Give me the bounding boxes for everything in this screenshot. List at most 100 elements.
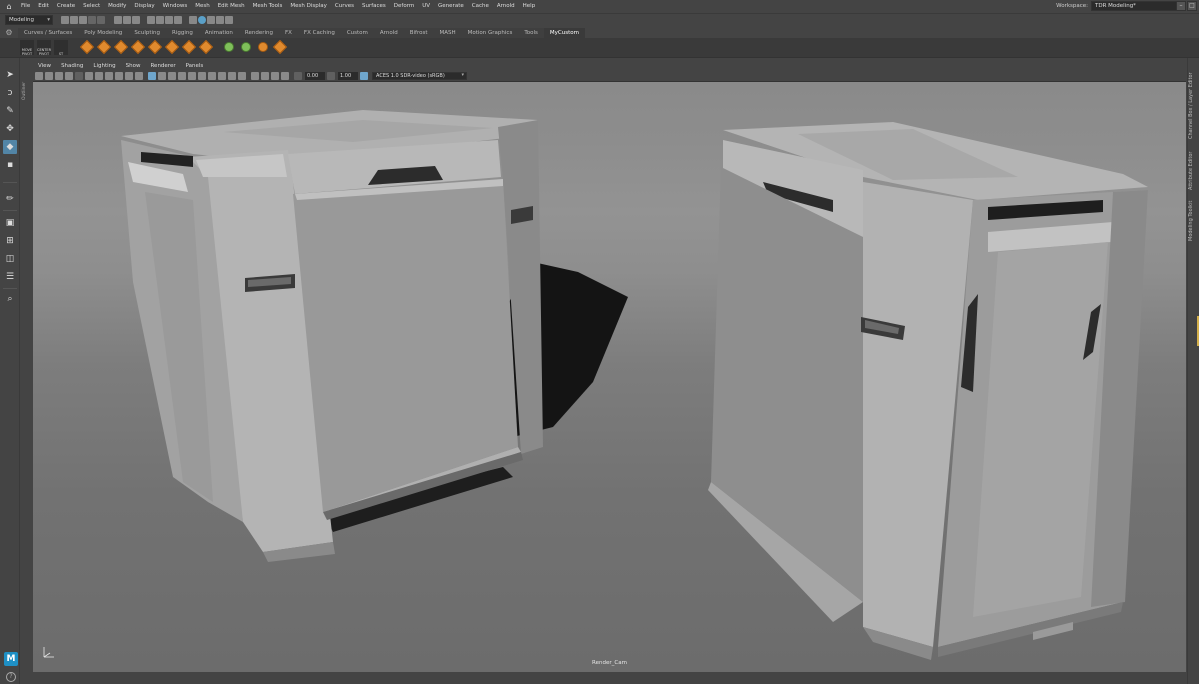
menu-display[interactable]: Display <box>130 0 158 13</box>
menu-modify[interactable]: Modify <box>104 0 130 13</box>
help-icon[interactable]: ? <box>6 672 16 682</box>
panel-menu-panels[interactable]: Panels <box>181 62 209 71</box>
scale-tool-icon[interactable]: ▪ <box>3 158 17 172</box>
diamond-icon[interactable] <box>272 39 288 55</box>
snap-grid-icon[interactable] <box>147 16 155 24</box>
shelf-tab-tools[interactable]: Tools <box>518 28 544 38</box>
menu-create[interactable]: Create <box>53 0 79 13</box>
menu-cache[interactable]: Cache <box>468 0 493 13</box>
tab-attribute-editor[interactable]: Attribute Editor <box>1188 148 1198 193</box>
textured-icon[interactable] <box>178 72 186 80</box>
shadows-icon[interactable] <box>198 72 206 80</box>
resolution-gate-icon[interactable] <box>115 72 123 80</box>
ipr-render-icon[interactable] <box>198 16 206 24</box>
isolate-select-icon[interactable] <box>251 72 259 80</box>
extrude-icon[interactable] <box>147 39 163 55</box>
panel-menu-shading[interactable]: Shading <box>56 62 88 71</box>
menu-uv[interactable]: UV <box>418 0 434 13</box>
poly-cube-icon[interactable] <box>113 39 129 55</box>
undo-icon[interactable] <box>88 16 96 24</box>
gamma-field[interactable]: 1.00 <box>338 72 358 80</box>
menu-select[interactable]: Select <box>79 0 104 13</box>
panel-menu-show[interactable]: Show <box>121 62 146 71</box>
shelf-settings-gear-icon[interactable]: ⚙ <box>4 28 14 38</box>
gamma-icon[interactable] <box>327 72 335 80</box>
view-transform-dropdown[interactable]: ACES 1.0 SDR-video (sRGB) <box>372 72 467 80</box>
shelf-button-center-pivot[interactable]: CENTER PIVOT <box>37 40 51 56</box>
image-plane-icon[interactable] <box>65 72 73 80</box>
grid-icon[interactable] <box>95 72 103 80</box>
last-tool-icon[interactable]: ✏ <box>3 192 17 206</box>
xray-joints-icon[interactable] <box>271 72 279 80</box>
shelf-button-st[interactable]: ST <box>54 40 68 56</box>
menu-surfaces[interactable]: Surfaces <box>358 0 390 13</box>
shelf-tab-animation[interactable]: Animation <box>198 28 239 38</box>
shelf-tab-rigging[interactable]: Rigging <box>166 28 199 38</box>
poly-cube-icon[interactable] <box>79 39 95 55</box>
bookmark-icon[interactable] <box>55 72 63 80</box>
shelf-tab-fx-caching[interactable]: FX Caching <box>297 28 341 38</box>
color-management-icon[interactable] <box>360 72 368 80</box>
menu-windows[interactable]: Windows <box>159 0 192 13</box>
shelf-tab-rendering[interactable]: Rendering <box>238 28 279 38</box>
minimize-button[interactable]: – <box>1176 1 1186 11</box>
workspace-dropdown[interactable]: TDR Modeling* <box>1091 1 1183 11</box>
menu-set-dropdown[interactable]: Modeling <box>5 15 53 25</box>
select-component-icon[interactable] <box>132 16 140 24</box>
separate-icon[interactable] <box>198 39 214 55</box>
menu-help[interactable]: Help <box>519 0 540 13</box>
bevel-icon[interactable] <box>130 39 146 55</box>
maximize-button[interactable]: □ <box>1187 1 1197 11</box>
lights-icon[interactable] <box>188 72 196 80</box>
outliner-tab[interactable]: Outliner <box>22 76 30 106</box>
shelf-button-move-pivot[interactable]: MOVE PIVOT <box>20 40 34 56</box>
shelf-tab-bifrost[interactable]: Bifrost <box>403 28 434 38</box>
shelf-tab-motion-graphics[interactable]: Motion Graphics <box>461 28 519 38</box>
tab-modeling-toolkit[interactable]: Modeling Toolkit <box>1188 198 1198 243</box>
shelf-tab-poly-modeling[interactable]: Poly Modeling <box>78 28 129 38</box>
redo-icon[interactable] <box>97 16 105 24</box>
shelf-tab-mycustom[interactable]: MyCustom <box>543 28 585 38</box>
outliner-layout-icon[interactable]: ☰ <box>3 270 17 284</box>
select-tool-icon[interactable]: ➤ <box>3 68 17 82</box>
shelf-tab-sculpting[interactable]: Sculpting <box>128 28 166 38</box>
persp-outliner-layout-icon[interactable]: ◫ <box>3 252 17 266</box>
render-settings-icon[interactable] <box>207 16 215 24</box>
wireframe-on-shaded-icon[interactable] <box>168 72 176 80</box>
anti-aliasing-icon[interactable] <box>228 72 236 80</box>
xray-components-icon[interactable] <box>281 72 289 80</box>
arnold-render-icon[interactable] <box>225 16 233 24</box>
snap-point-icon[interactable] <box>165 16 173 24</box>
tab-channel-box[interactable]: Channel Box / Layer Editor <box>1188 68 1198 143</box>
menu-curves[interactable]: Curves <box>331 0 358 13</box>
lasso-tool-icon[interactable]: ↄ <box>3 86 17 100</box>
menu-edit-mesh[interactable]: Edit Mesh <box>214 0 249 13</box>
film-gate-icon[interactable] <box>105 72 113 80</box>
menu-mesh[interactable]: Mesh <box>191 0 213 13</box>
shelf-tab-custom[interactable]: Custom <box>340 28 374 38</box>
rotate-tool-icon[interactable]: ◆ <box>3 140 17 154</box>
sphere-icon[interactable] <box>256 40 270 55</box>
grease-pencil-icon[interactable] <box>85 72 93 80</box>
motion-blur-icon[interactable] <box>218 72 226 80</box>
select-hierarchy-icon[interactable] <box>114 16 122 24</box>
paint-select-icon[interactable]: ✎ <box>3 104 17 118</box>
exposure-field[interactable]: 0.00 <box>305 72 325 80</box>
menu-file[interactable]: File <box>17 0 34 13</box>
smooth-shade-icon[interactable] <box>158 72 166 80</box>
shelf-tab-fx[interactable]: FX <box>278 28 298 38</box>
field-chart-icon[interactable] <box>135 72 143 80</box>
poly-cube-icon[interactable] <box>96 39 112 55</box>
move-tool-icon[interactable]: ✥ <box>3 122 17 136</box>
menu-mesh-display[interactable]: Mesh Display <box>286 0 331 13</box>
panel-menu-lighting[interactable]: Lighting <box>88 62 120 71</box>
hypershade-icon[interactable] <box>216 16 224 24</box>
eye-icon[interactable] <box>222 40 236 55</box>
shelf-tab-arnold[interactable]: Arnold <box>373 28 404 38</box>
render-frame-icon[interactable] <box>189 16 197 24</box>
shelf-tab-mash[interactable]: MASH <box>433 28 462 38</box>
xray-icon[interactable] <box>261 72 269 80</box>
four-pane-layout-icon[interactable]: ⊞ <box>3 234 17 248</box>
home-icon[interactable]: ⌂ <box>3 1 15 13</box>
select-camera-icon[interactable] <box>35 72 43 80</box>
